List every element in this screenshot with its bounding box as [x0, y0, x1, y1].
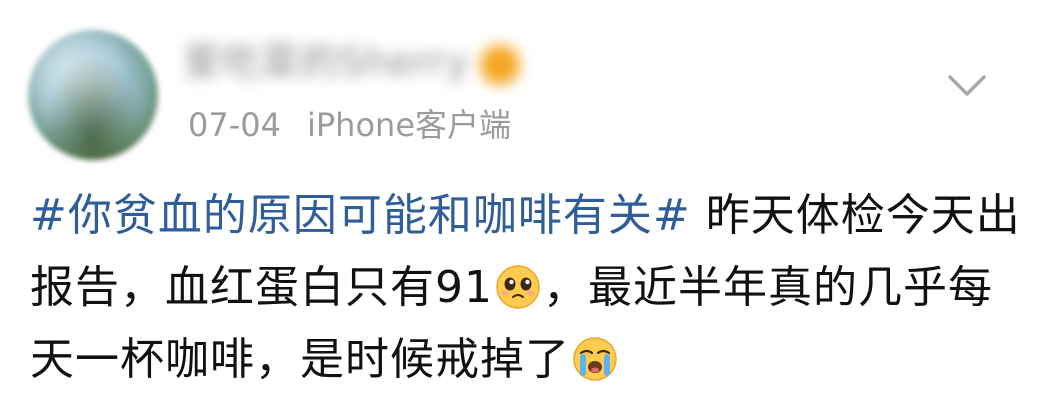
- pleading-face-emoji-icon: [496, 265, 540, 309]
- post-source: iPhone客户端: [306, 106, 512, 144]
- verified-badge-icon: [479, 44, 520, 85]
- weibo-post-card: 爱吃菜的Sherry 07-04 iPhone客户端 #你贫血的原因可能和咖啡有关…: [0, 0, 1057, 406]
- avatar-image: [28, 30, 158, 160]
- topic-hashtag-link[interactable]: #你贫血的原因可能和咖啡有关#: [30, 190, 691, 241]
- loudly-crying-face-emoji-icon: [573, 337, 617, 381]
- post-meta: 07-04 iPhone客户端: [188, 105, 511, 145]
- username-row[interactable]: 爱吃菜的Sherry: [183, 40, 520, 85]
- user-avatar[interactable]: [28, 30, 158, 160]
- username[interactable]: 爱吃菜的Sherry: [183, 40, 470, 84]
- chevron-down-icon[interactable]: [946, 72, 988, 100]
- post-content: #你贫血的原因可能和咖啡有关# 昨天体检今天出报告，血红蛋白只有91 ，最近半年…: [30, 180, 1030, 396]
- post-date: 07-04: [188, 106, 281, 144]
